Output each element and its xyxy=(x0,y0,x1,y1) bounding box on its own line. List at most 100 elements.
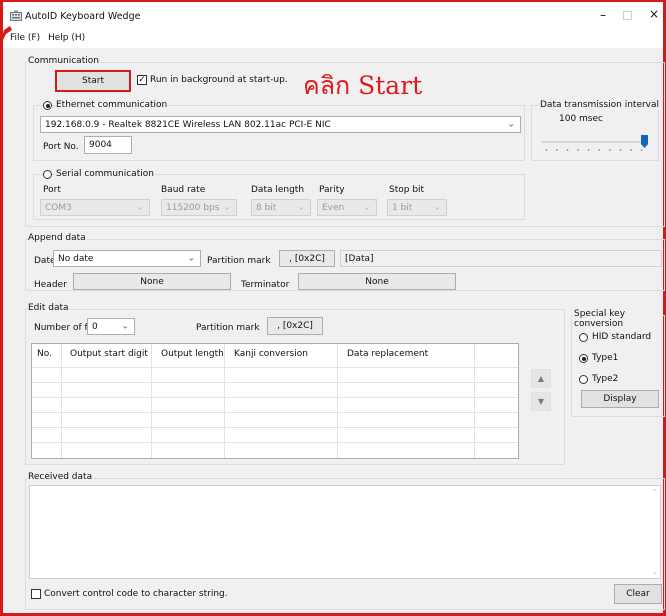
type1-radio[interactable] xyxy=(579,354,588,363)
column-header-kanji[interactable]: Kanji conversion xyxy=(229,344,308,364)
communication-title: Communication xyxy=(27,56,100,66)
serial-port-value: COM3 xyxy=(45,202,72,213)
ethernet-label: Ethernet communication xyxy=(55,100,169,110)
edit-title: Edit data xyxy=(27,303,70,313)
chevron-down-icon: ⌄ xyxy=(363,202,371,212)
stop-value: 1 bit xyxy=(392,202,413,213)
adapter-value: 192.168.0.9 - Realtek 8821CE Wireless LA… xyxy=(45,119,331,130)
parity-select[interactable]: Even ⌄ xyxy=(317,199,377,216)
col-divider xyxy=(474,344,475,458)
slider-thumb[interactable] xyxy=(641,135,648,148)
terminator-value[interactable]: None xyxy=(298,273,456,290)
row-divider xyxy=(32,412,518,413)
convert-label: Convert control code to character string… xyxy=(44,589,228,599)
column-header-start-digit[interactable]: Output start digit xyxy=(65,344,148,364)
hid-radio[interactable] xyxy=(579,333,588,342)
app-window: AutoID Keyboard Wedge – × File (F) Help … xyxy=(0,0,666,616)
append-title: Append data xyxy=(27,233,87,243)
menu-bar: File (F) Help (H) xyxy=(3,30,663,48)
chevron-down-icon: ⌄ xyxy=(297,202,305,212)
type1-label: Type1 xyxy=(592,353,619,363)
serial-port-select[interactable]: COM3 ⌄ xyxy=(40,199,150,216)
chevron-down-icon: ⌄ xyxy=(187,253,195,263)
serial-port-label: Port xyxy=(43,185,61,195)
chevron-down-icon: ⌄ xyxy=(136,202,144,212)
baud-value: 115200 bps xyxy=(166,202,220,213)
run-background-label: Run in background at start-up. xyxy=(150,75,288,85)
chevron-down-icon: ⌄ xyxy=(433,202,441,212)
date-select[interactable]: No date ⌄ xyxy=(53,250,201,267)
length-value: 8 bit xyxy=(256,202,277,213)
slider-track xyxy=(541,141,647,143)
col-divider xyxy=(61,344,62,458)
minimize-button[interactable]: – xyxy=(593,8,613,24)
parity-value: Even xyxy=(322,202,345,213)
start-annotation: คลิก Start xyxy=(303,71,423,100)
edit-partition-label: Partition mark xyxy=(196,323,260,333)
fields-select[interactable]: 0 ⌄ xyxy=(87,318,135,335)
row-divider xyxy=(32,367,518,368)
hid-label: HID standard xyxy=(592,332,652,342)
scroll-down-icon[interactable]: ⌄ xyxy=(652,568,658,576)
adapter-select[interactable]: 192.168.0.9 - Realtek 8821CE Wireless LA… xyxy=(40,116,521,133)
port-no-input[interactable]: 9004 xyxy=(84,136,132,154)
header-label: Header xyxy=(34,280,67,290)
date-value: No date xyxy=(58,253,94,264)
interval-value: 100 msec xyxy=(559,114,603,124)
move-down-button[interactable]: ▼ xyxy=(531,392,551,411)
fields-value: 0 xyxy=(92,321,98,332)
maximize-button[interactable] xyxy=(623,11,632,20)
terminator-label: Terminator xyxy=(241,280,290,290)
chevron-down-icon: ⌄ xyxy=(223,202,231,212)
interval-slider[interactable] xyxy=(537,134,655,156)
row-divider xyxy=(32,442,518,443)
header-value[interactable]: None xyxy=(73,273,231,290)
scroll-up-icon[interactable]: ⌃ xyxy=(652,488,658,496)
length-label: Data length xyxy=(251,185,305,195)
column-header-length[interactable]: Output length xyxy=(156,344,224,364)
baud-select[interactable]: 115200 bps ⌄ xyxy=(161,199,237,216)
close-button[interactable]: × xyxy=(647,7,661,23)
edit-table[interactable]: No. Output start digit Output length Kan… xyxy=(31,343,519,459)
display-button[interactable]: Display xyxy=(581,390,659,408)
convert-checkbox[interactable] xyxy=(31,589,41,599)
app-icon xyxy=(10,10,22,21)
clear-button[interactable]: Clear xyxy=(614,584,662,604)
col-divider xyxy=(337,344,338,458)
received-textarea[interactable]: ⌃ ⌄ xyxy=(29,485,661,579)
port-no-label: Port No. xyxy=(43,142,79,152)
move-up-button[interactable]: ▲ xyxy=(531,369,551,388)
column-header-replacement[interactable]: Data replacement xyxy=(342,344,428,364)
row-divider xyxy=(32,397,518,398)
title-bar: AutoID Keyboard Wedge – × xyxy=(3,2,663,30)
run-background-checkbox[interactable]: ✓ xyxy=(137,75,147,85)
interval-title: Data transmission interval xyxy=(539,100,661,110)
special-title: Special key conversion xyxy=(573,309,663,329)
stop-label: Stop bit xyxy=(389,185,425,195)
row-divider xyxy=(32,427,518,428)
edit-partition-value[interactable]: , [0x2C] xyxy=(267,317,323,335)
slider-ticks xyxy=(541,149,647,151)
ethernet-radio[interactable] xyxy=(43,101,52,110)
col-divider xyxy=(151,344,152,458)
menu-help[interactable]: Help (H) xyxy=(48,33,85,43)
col-divider xyxy=(224,344,225,458)
parity-label: Parity xyxy=(319,185,345,195)
type2-radio[interactable] xyxy=(579,375,588,384)
row-divider xyxy=(32,382,518,383)
annotation-arrow xyxy=(0,26,12,46)
start-button[interactable]: Start xyxy=(55,70,131,92)
type2-label: Type2 xyxy=(592,374,619,384)
window-title: AutoID Keyboard Wedge xyxy=(25,11,141,22)
length-select[interactable]: 8 bit ⌄ xyxy=(251,199,311,216)
baud-label: Baud rate xyxy=(161,185,206,195)
stop-select[interactable]: 1 bit ⌄ xyxy=(387,199,447,216)
append-partition-value[interactable]: , [0x2C] xyxy=(279,250,335,267)
serial-label: Serial communication xyxy=(55,169,155,179)
column-header-no[interactable]: No. xyxy=(32,344,52,364)
menu-file[interactable]: File (F) xyxy=(10,33,40,43)
append-data-field[interactable]: [Data] xyxy=(340,250,662,267)
append-partition-label: Partition mark xyxy=(207,256,271,266)
chevron-down-icon: ⌄ xyxy=(121,321,129,331)
serial-radio[interactable] xyxy=(43,170,52,179)
